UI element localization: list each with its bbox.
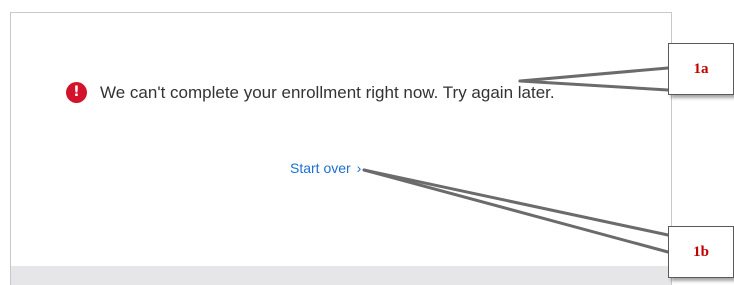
panel-footer xyxy=(11,266,671,285)
error-message-row: ! We can't complete your enrollment righ… xyxy=(66,82,555,103)
start-over-link[interactable]: Start over › xyxy=(290,160,361,176)
screenshot-stage: ! We can't complete your enrollment righ… xyxy=(0,0,734,285)
error-panel: ! We can't complete your enrollment righ… xyxy=(10,12,672,285)
chevron-right-icon: › xyxy=(356,160,362,176)
callout-1a: 1a xyxy=(668,43,734,95)
error-message: We can't complete your enrollment right … xyxy=(100,82,555,102)
exclamation-circle-icon: ! xyxy=(66,82,87,103)
start-over-label: Start over xyxy=(290,160,351,176)
callout-1b: 1b xyxy=(668,226,734,278)
